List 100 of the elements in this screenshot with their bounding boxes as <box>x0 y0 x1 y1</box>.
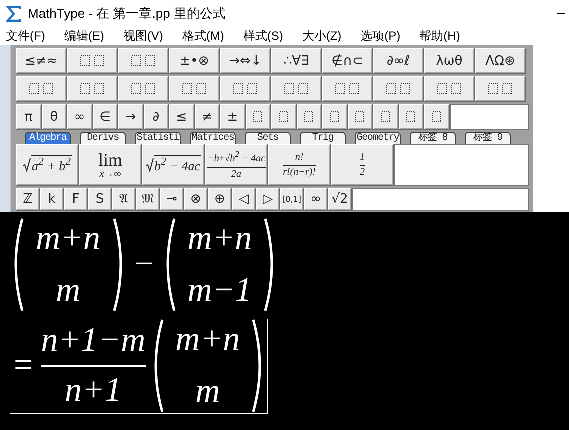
template-palette-button[interactable] <box>16 76 67 102</box>
symbol-palette-button[interactable]: ∂ <box>144 104 169 130</box>
template-palette-button[interactable] <box>118 48 169 74</box>
template-slots-icon <box>386 82 412 96</box>
symbol-palette-button[interactable]: →⇔↓ <box>220 48 271 74</box>
symbol-palette-button[interactable]: F <box>64 188 88 211</box>
template-palette-button[interactable] <box>271 76 322 102</box>
symbol-palette-button[interactable]: → <box>118 104 144 130</box>
symbol-palette-button[interactable]: ΛΩ⊛ <box>475 48 526 74</box>
template-palette-button[interactable] <box>322 104 348 130</box>
symbol-palette-button[interactable]: ⊕ <box>208 188 232 211</box>
template-palette-button[interactable] <box>424 104 450 130</box>
symbol-palette-button[interactable]: ⊸ <box>160 188 184 211</box>
palette-tab[interactable]: 标签 8 <box>410 132 456 144</box>
math-expression: m <box>56 271 81 311</box>
math-expression: n+1 <box>64 371 122 411</box>
symbol-palette-button[interactable]: [0,1] <box>280 188 304 211</box>
template-slots-icon <box>28 82 54 96</box>
palette-tab[interactable]: Geometry <box>355 132 401 144</box>
symbol-palette-button[interactable]: ⊗ <box>184 188 208 211</box>
template-palette-button[interactable] <box>373 104 398 130</box>
palette-tab[interactable]: Sets <box>245 132 291 144</box>
symbol-palette-button[interactable]: √2 <box>328 188 352 211</box>
expression-template-button[interactable]: n! r!(n−r)! <box>268 144 331 186</box>
symbol-palette-button[interactable]: ∞ <box>304 188 328 211</box>
menu-item[interactable]: 视图(V) <box>123 28 164 45</box>
template-slots-icon <box>436 82 462 96</box>
template-palette-button[interactable] <box>67 48 118 74</box>
template-palette-button[interactable] <box>296 104 322 130</box>
template-slots-icon <box>182 82 208 96</box>
palette-tab[interactable]: Derivs <box>80 132 126 144</box>
menu-item[interactable]: 样式(S) <box>243 28 284 45</box>
symbol-palette-button[interactable]: ≠ <box>194 104 220 130</box>
symbol-palette-button[interactable]: π <box>16 104 42 130</box>
menu-item[interactable]: 格式(M) <box>182 28 224 45</box>
math-operator: = <box>14 347 34 385</box>
minimize-icon[interactable] <box>557 13 565 15</box>
symbol-palette-button[interactable]: ≤ <box>169 104 194 130</box>
math-expression: m+n <box>36 219 100 259</box>
math-operator: − <box>134 246 154 284</box>
symbol-palette-button[interactable]: ▷ <box>256 188 280 211</box>
template-slots-icon <box>130 54 156 68</box>
template-palette-button[interactable] <box>169 76 220 102</box>
symbol-palette-button[interactable]: ± <box>220 104 246 130</box>
expression-template-button[interactable]: 1 2 <box>331 144 394 186</box>
template-slot-icon <box>405 110 418 124</box>
template-palette-button[interactable] <box>246 104 271 130</box>
expression-template-button[interactable]: a$^{2}$ + b$^{2}$ <box>16 144 79 186</box>
template-slots-icon <box>284 82 310 96</box>
menu-item[interactable]: 选项(P) <box>360 28 401 45</box>
symbol-palette-button[interactable]: ◁ <box>232 188 256 211</box>
template-palette-button[interactable] <box>348 104 373 130</box>
template-palette-button[interactable] <box>220 76 271 102</box>
template-palette-button[interactable] <box>67 76 118 102</box>
menu-item[interactable]: 大小(Z) <box>302 28 342 45</box>
template-palette-button[interactable] <box>373 76 424 102</box>
symbol-palette-button[interactable]: ℤ <box>16 188 40 211</box>
math-expression: m <box>196 372 220 412</box>
menu-item[interactable]: 帮助(H) <box>420 28 460 45</box>
template-palette-button[interactable] <box>398 104 424 130</box>
symbol-palette-button[interactable]: ≤≠≈ <box>16 48 67 74</box>
palette-tab[interactable]: Matrices <box>190 132 236 144</box>
menu-item[interactable]: 编辑(E) <box>64 28 104 45</box>
math-expression: m+n <box>188 219 252 259</box>
template-slots-icon <box>80 82 106 96</box>
symbol-palette-button[interactable]: 𝔄 <box>112 188 136 211</box>
symbol-palette-button[interactable]: ±•⊗ <box>169 48 220 74</box>
symbol-palette-button[interactable]: ∈ <box>92 104 118 130</box>
template-slots-icon <box>232 82 258 96</box>
left-parenthesis-icon <box>166 218 176 312</box>
symbol-palette-button[interactable]: ∴∀∃ <box>271 48 322 74</box>
expression-template-button[interactable]: −b±√b$^{2}$ − 4ac 2a <box>205 144 268 186</box>
symbol-palette-button[interactable]: k <box>40 188 64 211</box>
template-palette-button[interactable] <box>322 76 373 102</box>
symbol-palette-button[interactable]: θ <box>42 104 67 130</box>
template-slot-icon <box>303 110 316 124</box>
template-slot-icon <box>252 110 264 124</box>
symbol-palette-button[interactable]: λωθ <box>424 48 475 74</box>
template-palette-button[interactable] <box>118 76 169 102</box>
palette-tab[interactable]: Algebra <box>25 132 71 144</box>
palette-tab[interactable]: Statisti <box>135 132 181 144</box>
palette-tab[interactable]: 标签 9 <box>465 132 511 144</box>
symbol-palette-button[interactable]: ∉∩⊂ <box>322 48 373 74</box>
menu-item[interactable]: 文件(F) <box>6 28 46 45</box>
right-parenthesis-icon <box>112 218 122 312</box>
symbol-palette-button[interactable]: 𝔐 <box>136 188 160 211</box>
math-expression: n+1−m <box>41 321 146 361</box>
left-parenthesis-icon <box>14 218 24 312</box>
template-slots-icon <box>488 82 514 96</box>
symbol-palette-button[interactable]: ∂∞ℓ <box>373 48 424 74</box>
palette-tab[interactable]: Trig <box>300 132 346 144</box>
symbol-palette-button[interactable]: S <box>88 188 112 211</box>
symbol-palette-button[interactable]: ∞ <box>67 104 92 130</box>
template-palette-button[interactable] <box>271 104 296 130</box>
template-palette-button[interactable] <box>475 76 526 102</box>
expression-template-button[interactable]: lim x→∞ <box>79 144 142 186</box>
expression-template-button[interactable]: b$^{2}$ − 4ac <box>142 144 205 186</box>
template-palette-button[interactable] <box>424 76 475 102</box>
right-parenthesis-icon <box>264 218 274 312</box>
template-slots-icon <box>334 82 360 96</box>
